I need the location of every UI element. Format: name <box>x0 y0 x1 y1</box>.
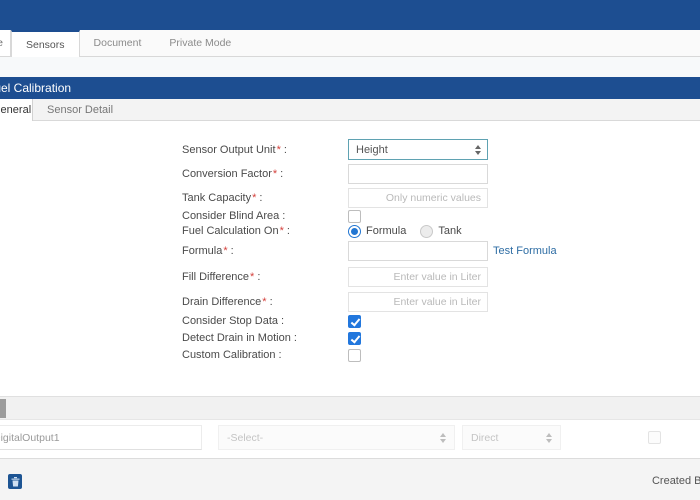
up-down-arrows-icon <box>440 433 446 443</box>
calibration-sub-tab-bar: General Sensor Detail <box>0 99 700 121</box>
form-row: Sensor Output Unit*: Height <box>0 139 700 160</box>
footer-bar: Created By <box>0 458 700 500</box>
detect-drain-in-motion-label: Detect Drain in Motion: <box>182 331 297 345</box>
tab-private-mode[interactable]: Private Mode <box>155 30 245 56</box>
tank-radio[interactable] <box>420 225 433 238</box>
consider-stop-data-checkbox[interactable] <box>348 315 361 328</box>
form-row: Consider Blind Area: <box>0 209 700 223</box>
required-mark: * <box>277 144 281 156</box>
output-mode-select-value: Direct <box>471 432 498 444</box>
horizontal-scrollbar[interactable] <box>0 396 700 420</box>
app-window: e Sensors Document Private Mode Fuel Cal… <box>0 0 700 500</box>
sensor-output-unit-select[interactable]: Height <box>348 139 488 160</box>
consider-blind-area-label: Consider Blind Area: <box>182 209 285 223</box>
required-mark: * <box>280 225 284 237</box>
required-mark: * <box>273 168 277 180</box>
tab-partial-left[interactable]: e <box>0 30 11 56</box>
app-header-bar <box>0 0 700 30</box>
tab-sensors-label: Sensors <box>26 39 65 51</box>
up-down-arrows-icon <box>475 145 481 155</box>
form-row: Custom Calibration: <box>0 348 700 362</box>
sensor-output-unit-label: Sensor Output Unit*: <box>182 139 287 160</box>
detect-drain-in-motion-checkbox[interactable] <box>348 332 361 345</box>
required-mark: * <box>250 271 254 283</box>
fuel-calculation-on-label: Fuel Calculation On*: <box>182 224 290 238</box>
tab-partial-label: e <box>0 37 3 49</box>
formula-input[interactable] <box>348 241 488 261</box>
tank-radio-label: Tank <box>438 225 461 237</box>
trash-icon <box>11 477 20 487</box>
fuel-calculation-radio-group: Formula Tank <box>348 224 476 238</box>
form-row: Formula*: Test Formula <box>0 241 700 261</box>
drain-difference-input[interactable] <box>348 292 488 312</box>
tab-document-label: Document <box>94 37 142 49</box>
page-title: Fuel Calibration <box>0 81 71 95</box>
subtab-general-label: General <box>0 104 31 116</box>
formula-radio-label: Formula <box>366 225 406 237</box>
formula-radio[interactable] <box>348 225 361 238</box>
output-mode-select[interactable]: Direct <box>462 425 561 450</box>
output-type-select-value: -Select- <box>227 432 263 444</box>
tab-document[interactable]: Document <box>80 30 156 56</box>
main-tab-bar: e Sensors Document Private Mode <box>0 30 700 57</box>
required-mark: * <box>262 296 266 308</box>
drain-difference-label: Drain Difference*: <box>182 292 273 312</box>
general-form: Sensor Output Unit*: Height Conversion F… <box>0 121 700 396</box>
form-row: Fuel Calculation On*: Formula Tank <box>0 224 700 238</box>
fill-difference-label: Fill Difference*: <box>182 267 260 287</box>
fuel-calibration-header: Fuel Calibration <box>0 77 700 99</box>
form-row: Tank Capacity*: <box>0 188 700 208</box>
formula-label: Formula*: <box>182 241 234 261</box>
subtab-sensor-detail-label: Sensor Detail <box>47 104 113 116</box>
tab-sensors[interactable]: Sensors <box>11 30 80 57</box>
form-row: Detect Drain in Motion: <box>0 331 700 345</box>
delete-button[interactable] <box>8 474 22 489</box>
form-row: Fill Difference*: <box>0 267 700 287</box>
fill-difference-input[interactable] <box>348 267 488 287</box>
custom-calibration-label: Custom Calibration: <box>182 348 282 362</box>
up-down-arrows-icon <box>546 433 552 443</box>
required-mark: * <box>223 245 227 257</box>
subtab-sensor-detail[interactable]: Sensor Detail <box>33 99 127 120</box>
output-enabled-checkbox[interactable] <box>648 431 661 444</box>
conversion-factor-input[interactable] <box>348 164 488 184</box>
spacer-band <box>0 57 700 77</box>
created-by-text: Created By <box>652 475 700 487</box>
output-name-input[interactable] <box>0 425 202 450</box>
required-mark: * <box>252 192 256 204</box>
consider-blind-area-checkbox[interactable] <box>348 210 361 223</box>
form-row: Consider Stop Data: <box>0 314 700 328</box>
custom-calibration-checkbox[interactable] <box>348 349 361 362</box>
subtab-general[interactable]: General <box>0 99 33 121</box>
consider-stop-data-label: Consider Stop Data: <box>182 314 284 328</box>
conversion-factor-label: Conversion Factor*: <box>182 164 283 184</box>
sensor-output-unit-value: Height <box>356 144 388 156</box>
form-row: Conversion Factor*: <box>0 164 700 184</box>
form-row: Drain Difference*: <box>0 292 700 312</box>
digital-output-row: -Select- Direct <box>0 420 700 458</box>
test-formula-link[interactable]: Test Formula <box>493 241 557 261</box>
output-type-select[interactable]: -Select- <box>218 425 455 450</box>
tank-capacity-input[interactable] <box>348 188 488 208</box>
scrollbar-thumb[interactable] <box>0 399 6 418</box>
tab-private-mode-label: Private Mode <box>169 37 231 49</box>
tank-capacity-label: Tank Capacity*: <box>182 188 262 208</box>
